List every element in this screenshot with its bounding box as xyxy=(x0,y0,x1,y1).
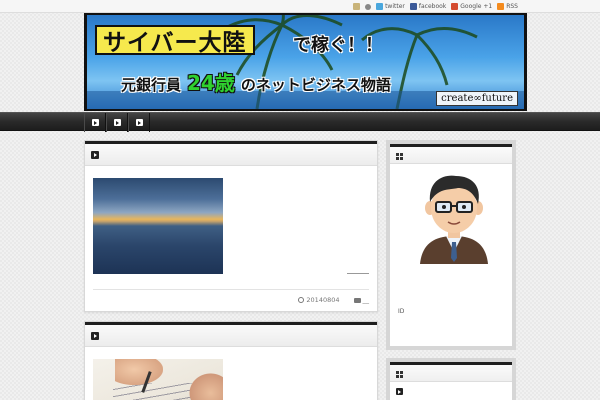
subtitle-prefix: 元銀行員 xyxy=(121,76,182,94)
play-icon xyxy=(91,151,99,159)
banner-tagline: create∞future xyxy=(436,91,518,106)
play-icon xyxy=(113,119,121,126)
social-user[interactable] xyxy=(365,3,372,10)
social-links: twitter facebook Google +1 RSS xyxy=(353,2,518,11)
play-icon xyxy=(91,332,99,340)
post-category-text: __ xyxy=(362,296,370,304)
rss-link[interactable]: RSS xyxy=(497,3,518,10)
twitter-label: twitter xyxy=(385,3,405,10)
facebook-link[interactable]: facebook xyxy=(409,3,447,10)
widget-header xyxy=(390,144,512,164)
banner-image: サイバー大陸 で稼ぐ！！ 元銀行員 24歳 のネットビジネス物語 create∞… xyxy=(87,15,524,109)
widget-list-item[interactable] xyxy=(396,388,403,395)
banner-subtitle: 元銀行員 24歳 のネットビジネス物語 xyxy=(121,67,391,96)
banner-title-box: サイバー大陸 xyxy=(95,25,255,56)
clock-icon xyxy=(298,297,305,303)
subtitle-age: 24歳 xyxy=(187,71,235,95)
social-smiley[interactable] xyxy=(353,3,361,10)
read-more-link[interactable] xyxy=(347,271,369,274)
post-card xyxy=(84,321,378,400)
grid-icon xyxy=(396,153,403,160)
twitter-icon xyxy=(376,3,384,10)
profile-widget-body: ID xyxy=(390,144,512,346)
folder-icon xyxy=(353,297,361,303)
sidebar-widget xyxy=(386,358,516,400)
play-icon xyxy=(135,119,143,126)
post-header[interactable] xyxy=(85,141,377,166)
top-bar: twitter facebook Google +1 RSS xyxy=(0,0,600,13)
nav-item-3[interactable] xyxy=(128,113,150,132)
profile-caption: ID xyxy=(398,308,405,315)
post-category[interactable]: __ xyxy=(353,296,370,304)
smiley-icon xyxy=(353,3,361,10)
user-icon xyxy=(365,3,372,10)
google-plus-icon xyxy=(451,3,459,10)
facebook-label: facebook xyxy=(418,3,447,10)
post-date: 20140804 xyxy=(298,296,340,304)
divider xyxy=(93,289,369,290)
widget-header xyxy=(390,362,512,382)
header-banner[interactable]: サイバー大陸 で稼ぐ！！ 元銀行員 24歳 のネットビジネス物語 create∞… xyxy=(84,13,527,111)
rss-icon xyxy=(497,3,505,10)
hand-graphic xyxy=(189,373,223,400)
nav-items xyxy=(84,113,150,132)
main-nav xyxy=(0,112,600,132)
nav-item-2[interactable] xyxy=(106,113,128,132)
twitter-link[interactable]: twitter xyxy=(376,3,405,10)
post-thumbnail-ocean[interactable] xyxy=(93,178,223,274)
banner-title: サイバー大陸 xyxy=(103,30,247,56)
facebook-icon xyxy=(409,3,417,10)
hand-graphic xyxy=(115,359,163,385)
post-thumbnail-handwriting[interactable] xyxy=(93,359,223,400)
avatar[interactable] xyxy=(414,172,494,264)
banner-title-suffix: で稼ぐ！！ xyxy=(293,35,383,56)
post-header[interactable] xyxy=(85,322,377,347)
play-icon xyxy=(91,119,99,126)
post-date-text: 20140804 xyxy=(306,296,340,304)
profile-widget: ID xyxy=(386,140,516,350)
google-plus-link[interactable]: Google +1 xyxy=(451,3,492,10)
play-icon xyxy=(396,388,403,395)
subtitle-suffix: のネットビジネス物語 xyxy=(240,76,391,94)
post-meta: 20140804 __ xyxy=(298,296,369,304)
sidebar-widget-body xyxy=(390,362,512,400)
rss-label: RSS xyxy=(506,3,518,10)
google-plus-label: Google +1 xyxy=(460,3,493,10)
grid-icon xyxy=(396,371,403,378)
nav-item-1[interactable] xyxy=(84,113,106,132)
post-card: 20140804 __ xyxy=(84,140,378,312)
